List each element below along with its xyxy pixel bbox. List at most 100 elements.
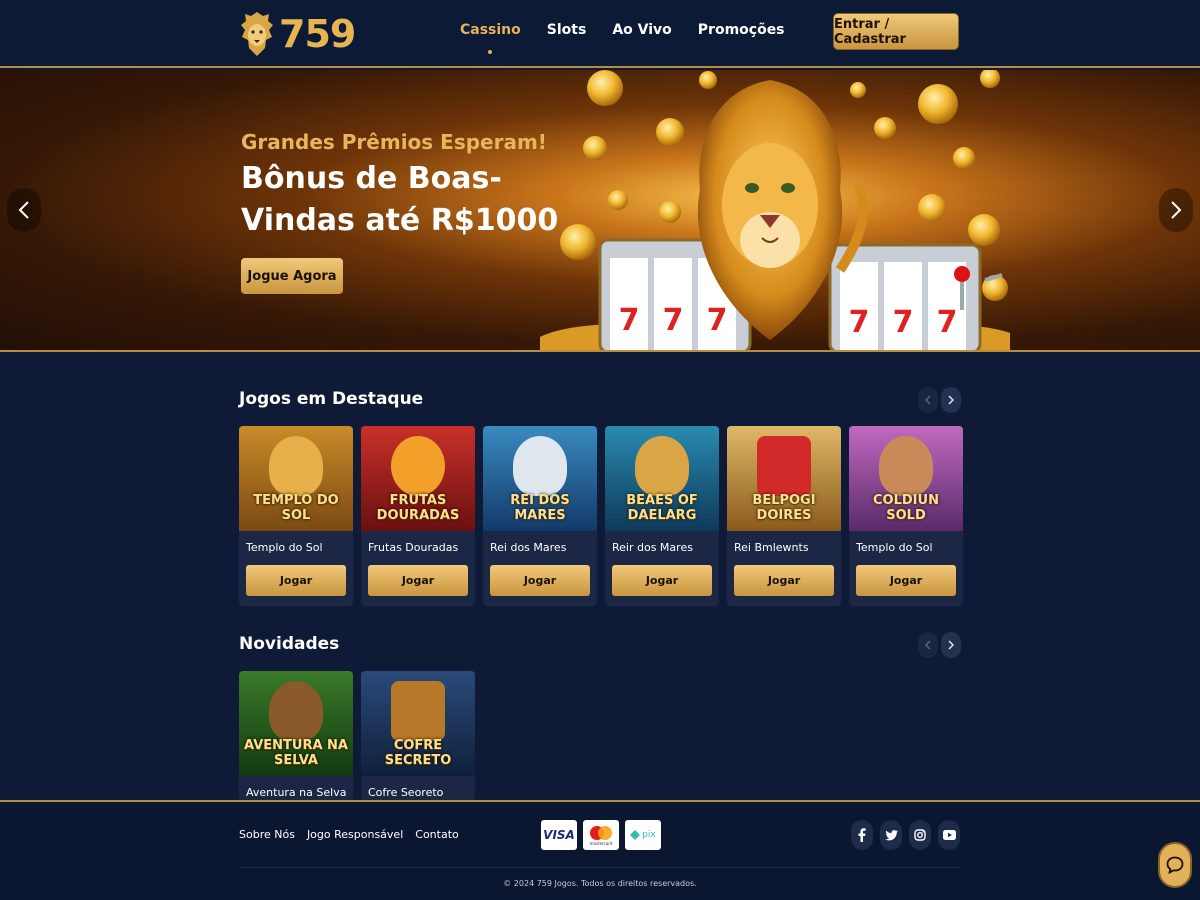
hero-next-button[interactable] xyxy=(1159,188,1193,232)
play-button[interactable]: Jogar xyxy=(490,565,590,596)
thumbnail-title: FRUTAS DOURADAS xyxy=(376,493,460,523)
hero-prev-button[interactable] xyxy=(7,188,41,232)
facebook-button[interactable] xyxy=(851,820,873,850)
game-thumbnail: COFRE SECRETO xyxy=(361,671,475,776)
social-links xyxy=(851,820,960,850)
new-next-button[interactable] xyxy=(941,632,961,658)
mastercard-label: mastercard xyxy=(589,840,613,846)
king-icon xyxy=(879,436,933,496)
featured-prev-button[interactable] xyxy=(918,387,938,413)
play-now-button[interactable]: Jogue Agora xyxy=(241,258,343,294)
game-card[interactable]: BEAES OF DAELARG Reir dos Mares Jogar xyxy=(605,426,719,606)
play-button[interactable]: Jogar xyxy=(368,565,468,596)
chest-icon xyxy=(391,681,445,741)
game-name: Reir dos Mares xyxy=(612,541,693,554)
thumbnail-title: COLDIUN SOLD xyxy=(873,493,939,523)
thumbnail-title: BELPOGI DOIRES xyxy=(752,493,816,523)
new-games-title: Novidades xyxy=(239,634,340,654)
live-chat-button[interactable] xyxy=(1158,842,1192,888)
copyright-text: © 2024 759 Jogos. Todos os direitos rese… xyxy=(503,879,697,888)
chevron-left-icon xyxy=(925,640,931,650)
thumbnail-title: COFRE SECRETO xyxy=(384,738,452,768)
main-nav: Cassino Slots Ao Vivo Promoções xyxy=(460,22,785,54)
payment-methods: VISA mastercard pix xyxy=(541,820,661,850)
nav-promocoes[interactable]: Promoções xyxy=(698,22,785,38)
play-button[interactable]: Jogar xyxy=(612,565,712,596)
thumbnail-title: BEAES OF DAELARG xyxy=(626,493,698,523)
featured-games-list: TEMPLO DO SOL Templo do Sol Jogar FRUTAS… xyxy=(239,426,963,606)
facebook-icon xyxy=(858,828,866,842)
game-name: Templo do Sol xyxy=(856,541,933,554)
pharaoh-icon xyxy=(269,436,323,496)
login-register-button[interactable]: Entrar / Cadastrar xyxy=(833,13,959,50)
footer-divider xyxy=(239,867,960,868)
game-thumbnail: BELPOGI DOIRES xyxy=(727,426,841,531)
game-name: Aventura na Selva xyxy=(246,786,347,799)
logo-text: 759 xyxy=(279,12,356,56)
game-thumbnail: REI DOS MARES xyxy=(483,426,597,531)
footer-link-contato[interactable]: Contato xyxy=(415,828,458,841)
game-name: Cofre Seoreto xyxy=(368,786,444,799)
play-button[interactable]: Jogar xyxy=(734,565,834,596)
game-name: Frutas Douradas xyxy=(368,541,459,554)
game-thumbnail: COLDIUN SOLD xyxy=(849,426,963,531)
visa-label: VISA xyxy=(543,828,575,842)
game-thumbnail: TEMPLO DO SOL xyxy=(239,426,353,531)
hero-banner: 7 7 7 7 7 7 Grandes Prêmios Esperam! Bôn… xyxy=(0,70,1200,352)
thumbnail-title: REI DOS MARES xyxy=(510,493,570,523)
play-button[interactable]: Jogar xyxy=(246,565,346,596)
pix-logo: pix xyxy=(625,820,661,850)
footer-link-jogo-responsavel[interactable]: Jogo Responsável xyxy=(307,828,403,841)
game-name: Rei dos Mares xyxy=(490,541,567,554)
game-thumbnail: BEAES OF DAELARG xyxy=(605,426,719,531)
sevens-icon xyxy=(757,436,811,496)
play-button[interactable]: Jogar xyxy=(856,565,956,596)
game-name: Rei Bmlewnts xyxy=(734,541,809,554)
site-header: 759 Cassino Slots Ao Vivo Promoções Entr… xyxy=(0,0,1200,68)
featured-next-button[interactable] xyxy=(941,387,961,413)
explorer-icon xyxy=(269,681,323,741)
thumbnail-title: TEMPLO DO SOL xyxy=(253,493,339,523)
pix-label: pix xyxy=(642,830,656,840)
svg-text:7: 7 xyxy=(707,303,728,338)
poseidon-icon xyxy=(513,436,567,496)
svg-text:7: 7 xyxy=(849,305,870,340)
chevron-right-icon xyxy=(948,395,954,405)
game-card[interactable]: COLDIUN SOLD Templo do Sol Jogar xyxy=(849,426,963,606)
game-card[interactable]: BELPOGI DOIRES Rei Bmlewnts Jogar xyxy=(727,426,841,606)
fruits-icon xyxy=(391,436,445,496)
nav-slots[interactable]: Slots xyxy=(547,22,587,38)
game-card[interactable]: REI DOS MARES Rei dos Mares Jogar xyxy=(483,426,597,606)
mastercard-logo: mastercard xyxy=(583,820,619,850)
game-card[interactable]: COFRE SECRETO Cofre Seoreto xyxy=(361,671,475,801)
game-card[interactable]: FRUTAS DOURADAS Frutas Douradas Jogar xyxy=(361,426,475,606)
pix-icon xyxy=(630,830,641,840)
nav-cassino[interactable]: Cassino xyxy=(460,22,521,54)
svg-text:7: 7 xyxy=(937,305,958,340)
hero-title: Bônus de Boas-Vindas até R$1000 xyxy=(241,161,559,238)
youtube-button[interactable] xyxy=(938,820,960,850)
game-card[interactable]: TEMPLO DO SOL Templo do Sol Jogar xyxy=(239,426,353,606)
svg-text:7: 7 xyxy=(893,305,914,340)
game-thumbnail: AVENTURA NA SELVA xyxy=(239,671,353,776)
game-card[interactable]: AVENTURA NA SELVA Aventura na Selva xyxy=(239,671,353,801)
nav-ao-vivo[interactable]: Ao Vivo xyxy=(612,22,671,38)
visa-logo: VISA xyxy=(541,820,577,850)
chevron-right-icon xyxy=(1171,201,1182,219)
twitter-button[interactable] xyxy=(880,820,902,850)
footer-link-sobre[interactable]: Sobre Nós xyxy=(239,828,295,841)
chevron-right-icon xyxy=(948,640,954,650)
instagram-icon xyxy=(914,829,926,841)
chevron-left-icon xyxy=(18,201,29,219)
instagram-button[interactable] xyxy=(909,820,931,850)
svg-text:7: 7 xyxy=(619,303,640,338)
new-games-list: AVENTURA NA SELVA Aventura na Selva COFR… xyxy=(239,671,475,801)
lion-slot-illustration: 7 7 7 7 7 7 xyxy=(540,70,1010,350)
twitter-icon xyxy=(884,829,898,840)
new-prev-button[interactable] xyxy=(918,632,938,658)
footer-links: Sobre Nós Jogo Responsável Contato xyxy=(239,828,459,841)
thumbnail-title: AVENTURA NA SELVA xyxy=(244,738,348,768)
chat-bubble-icon xyxy=(1166,856,1184,874)
logo[interactable]: 759 xyxy=(239,8,356,60)
featured-games-title: Jogos em Destaque xyxy=(239,389,424,409)
